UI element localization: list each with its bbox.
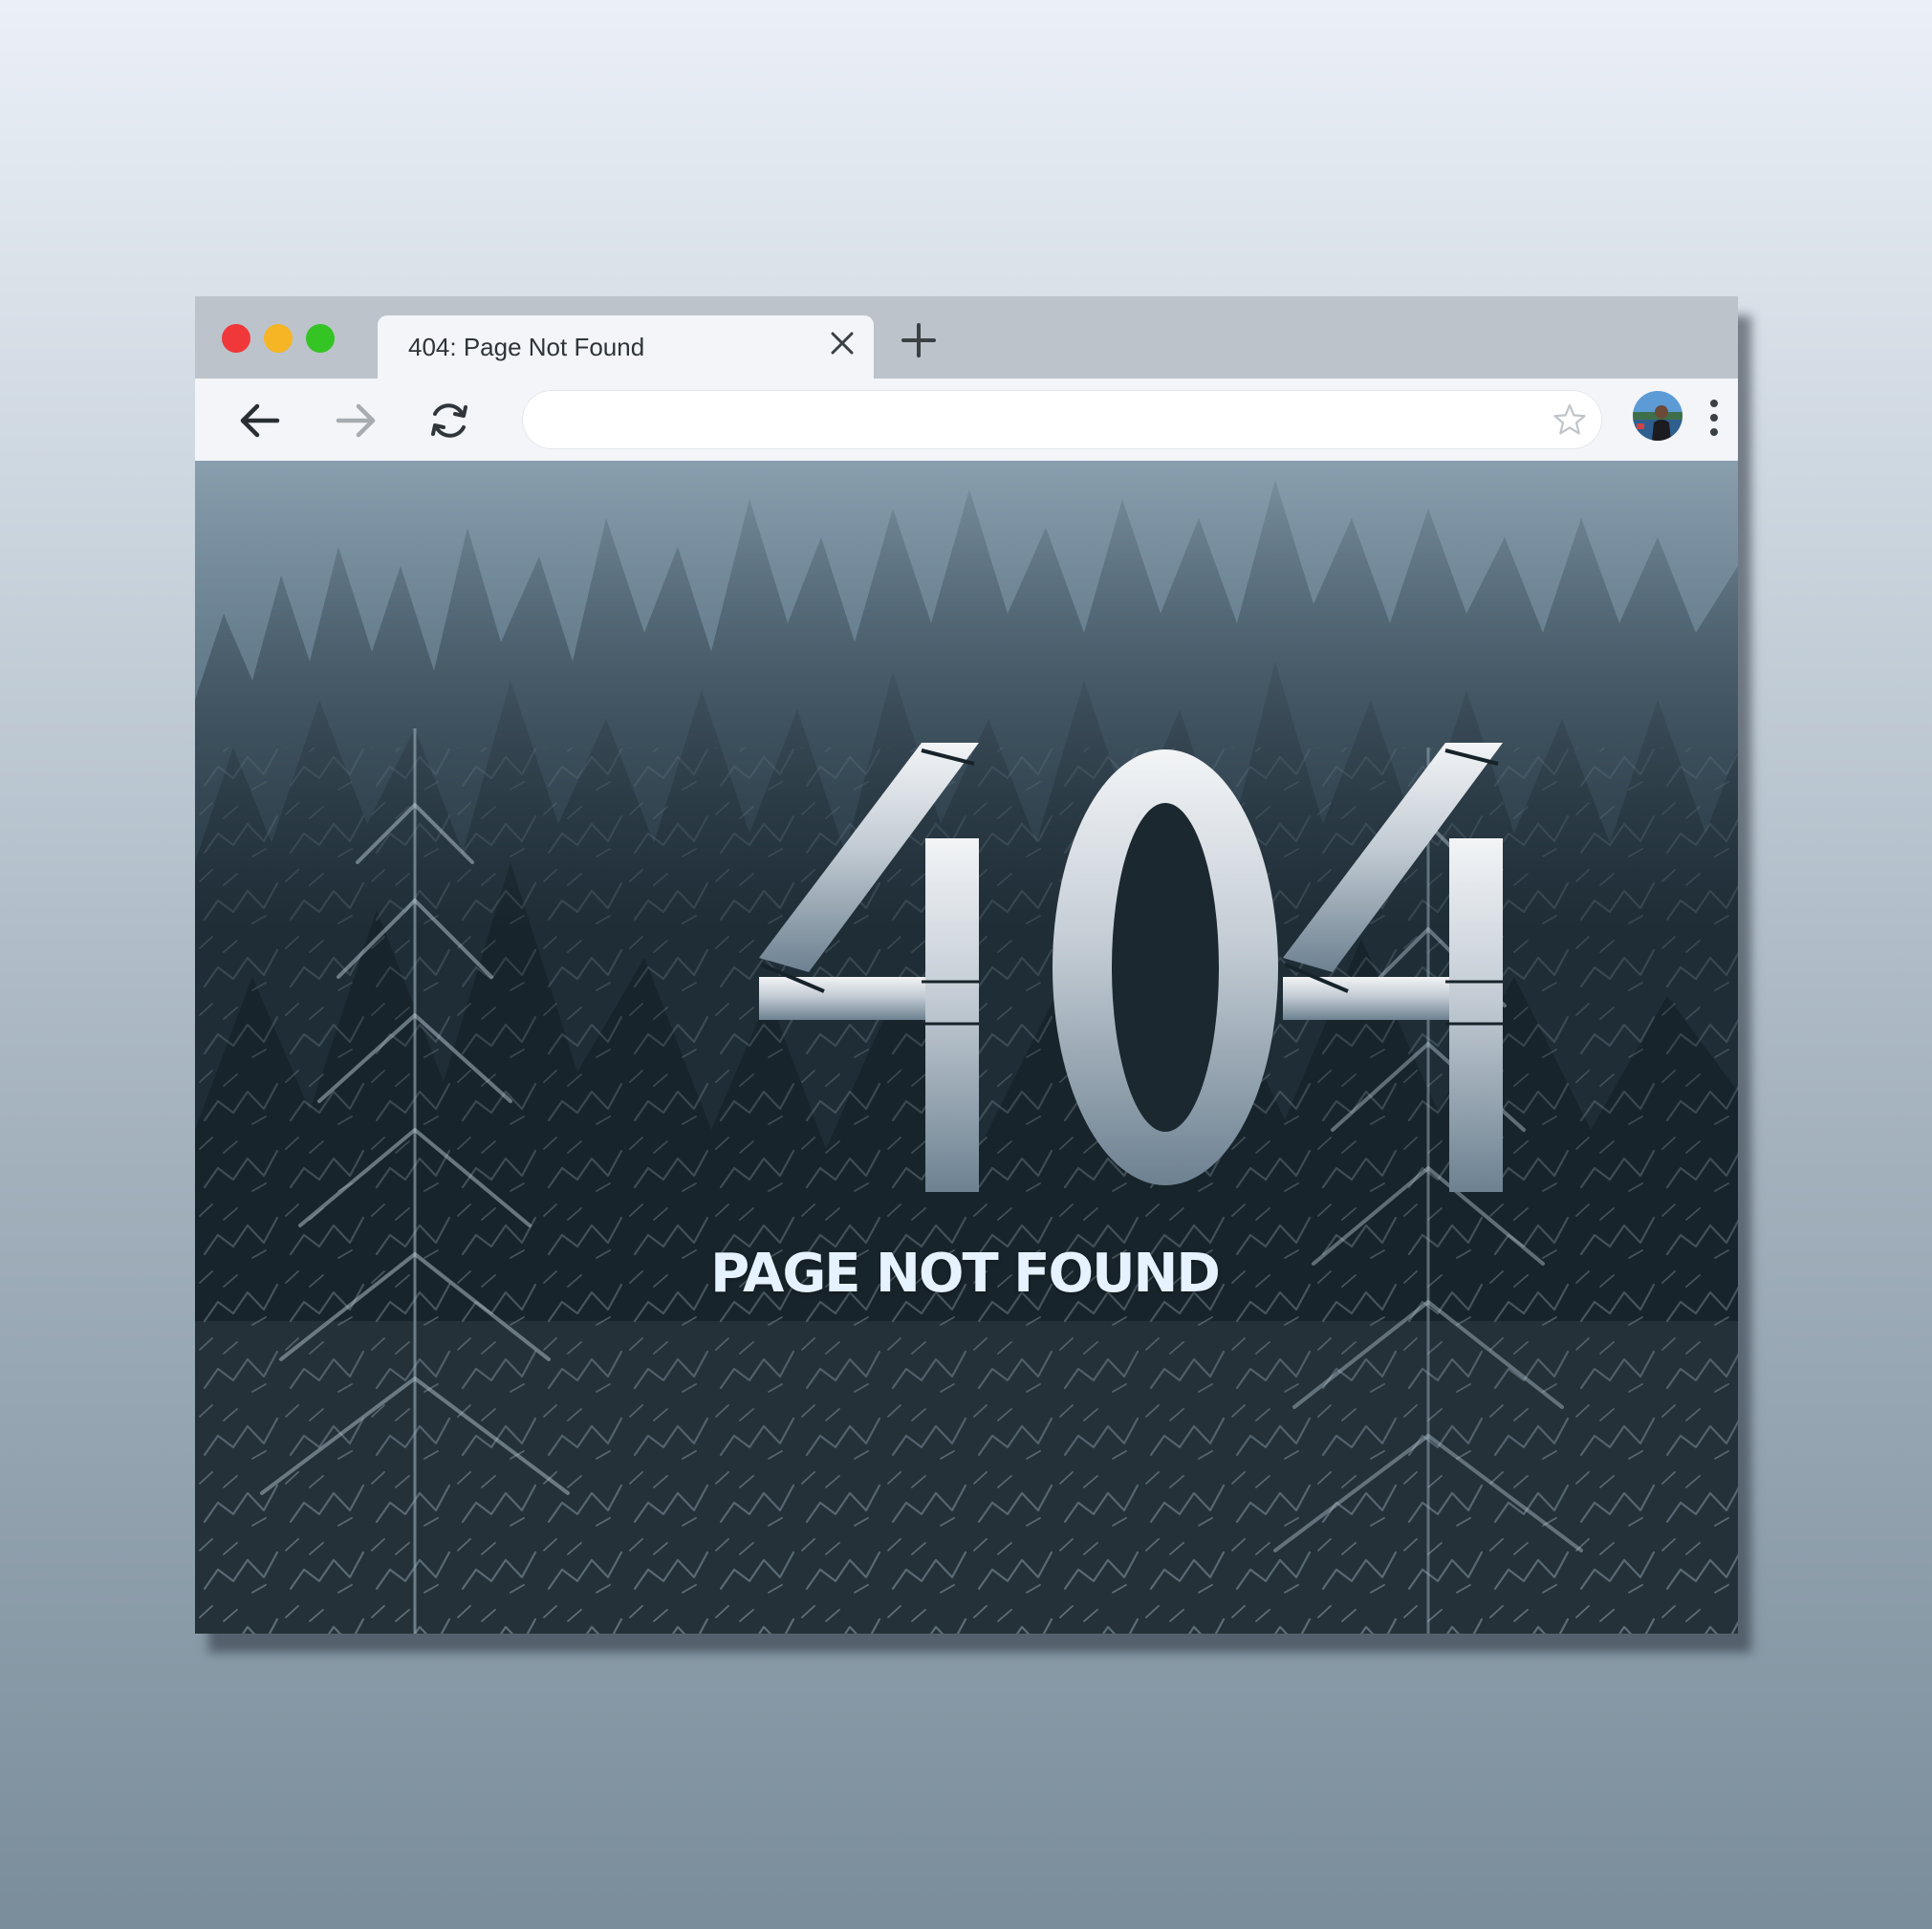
address-input[interactable] (551, 400, 1510, 442)
back-button[interactable] (237, 398, 283, 444)
star-icon (1553, 403, 1586, 435)
reload-button[interactable] (426, 398, 472, 444)
browser-window: 404: Page Not Found PAGE NOT FOUND (195, 296, 1738, 1634)
arrow-left-icon (240, 403, 280, 438)
reload-icon (431, 403, 467, 438)
close-icon (831, 332, 854, 355)
error-code-graphic (759, 743, 1503, 1192)
tab-title: 404: Page Not Found (408, 333, 645, 361)
digit-4-right (1283, 743, 1503, 1192)
bookmark-button[interactable] (1552, 402, 1587, 437)
window-minimize-button[interactable] (264, 324, 293, 353)
active-tab[interactable]: 404: Page Not Found (378, 315, 874, 379)
avatar (1633, 391, 1682, 441)
tab-close-button[interactable] (827, 328, 857, 358)
page-viewport: PAGE NOT FOUND (195, 461, 1738, 1634)
profile-avatar[interactable] (1633, 391, 1682, 441)
page-not-found-heading: PAGE NOT FOUND (710, 1243, 1221, 1305)
tab-strip: 404: Page Not Found (195, 296, 1738, 379)
forward-button[interactable] (333, 398, 379, 444)
window-close-button[interactable] (222, 324, 250, 353)
plus-icon (901, 323, 936, 358)
digit-0 (1053, 749, 1278, 1185)
arrow-right-icon (336, 403, 376, 438)
address-bar[interactable] (522, 390, 1602, 449)
new-tab-button[interactable] (898, 319, 940, 361)
browser-menu-button[interactable] (1704, 396, 1725, 440)
digit-4-left (759, 743, 979, 1192)
vertical-dots-icon (1710, 400, 1718, 436)
toolbar (195, 379, 1738, 461)
window-maximize-button[interactable] (306, 324, 335, 353)
